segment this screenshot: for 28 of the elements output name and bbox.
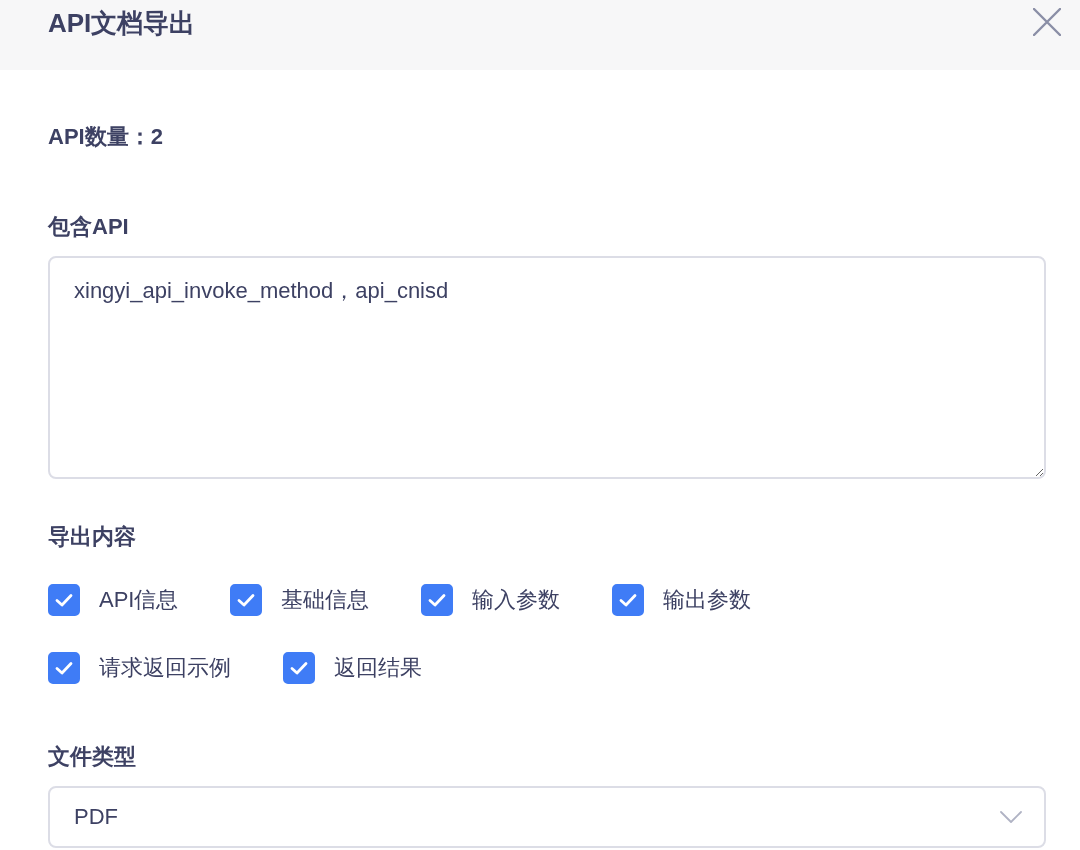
checkbox-label: API信息 xyxy=(99,586,179,614)
checkmark-icon xyxy=(290,661,308,675)
checkbox[interactable] xyxy=(283,652,315,684)
field-label: 导出内容 xyxy=(48,523,137,551)
checkbox[interactable] xyxy=(230,584,263,616)
field-label: 文件类型 xyxy=(48,743,137,771)
close-button[interactable] xyxy=(1032,7,1062,37)
close-icon xyxy=(1033,8,1061,36)
checkmark-icon xyxy=(237,593,256,607)
checkbox-label: 返回结果 xyxy=(334,654,422,682)
checkbox-label: 输入参数 xyxy=(472,586,561,614)
checkmark-icon xyxy=(619,593,638,607)
checkbox-label: 请求返回示例 xyxy=(99,654,231,682)
checkbox[interactable] xyxy=(421,584,454,616)
field-label: 包含API xyxy=(48,213,130,241)
checkmark-icon xyxy=(55,661,73,675)
api-count: API数量：2 xyxy=(48,123,164,151)
checkmark-icon xyxy=(55,593,73,607)
checkbox-label: 输出参数 xyxy=(663,586,752,614)
api-list-textarea[interactable]: xingyi_api_invoke_method，api_cnisd xyxy=(48,256,1046,479)
checkbox[interactable] xyxy=(48,584,80,616)
file-type-select[interactable]: PDF xyxy=(48,786,1046,848)
checkbox[interactable] xyxy=(48,652,80,684)
dialog-title: API文档导出 xyxy=(48,7,196,40)
checkbox-label: 基础信息 xyxy=(281,586,370,614)
checkbox[interactable] xyxy=(612,584,645,616)
checkmark-icon xyxy=(428,593,447,607)
chevron-down-icon xyxy=(1000,811,1022,823)
